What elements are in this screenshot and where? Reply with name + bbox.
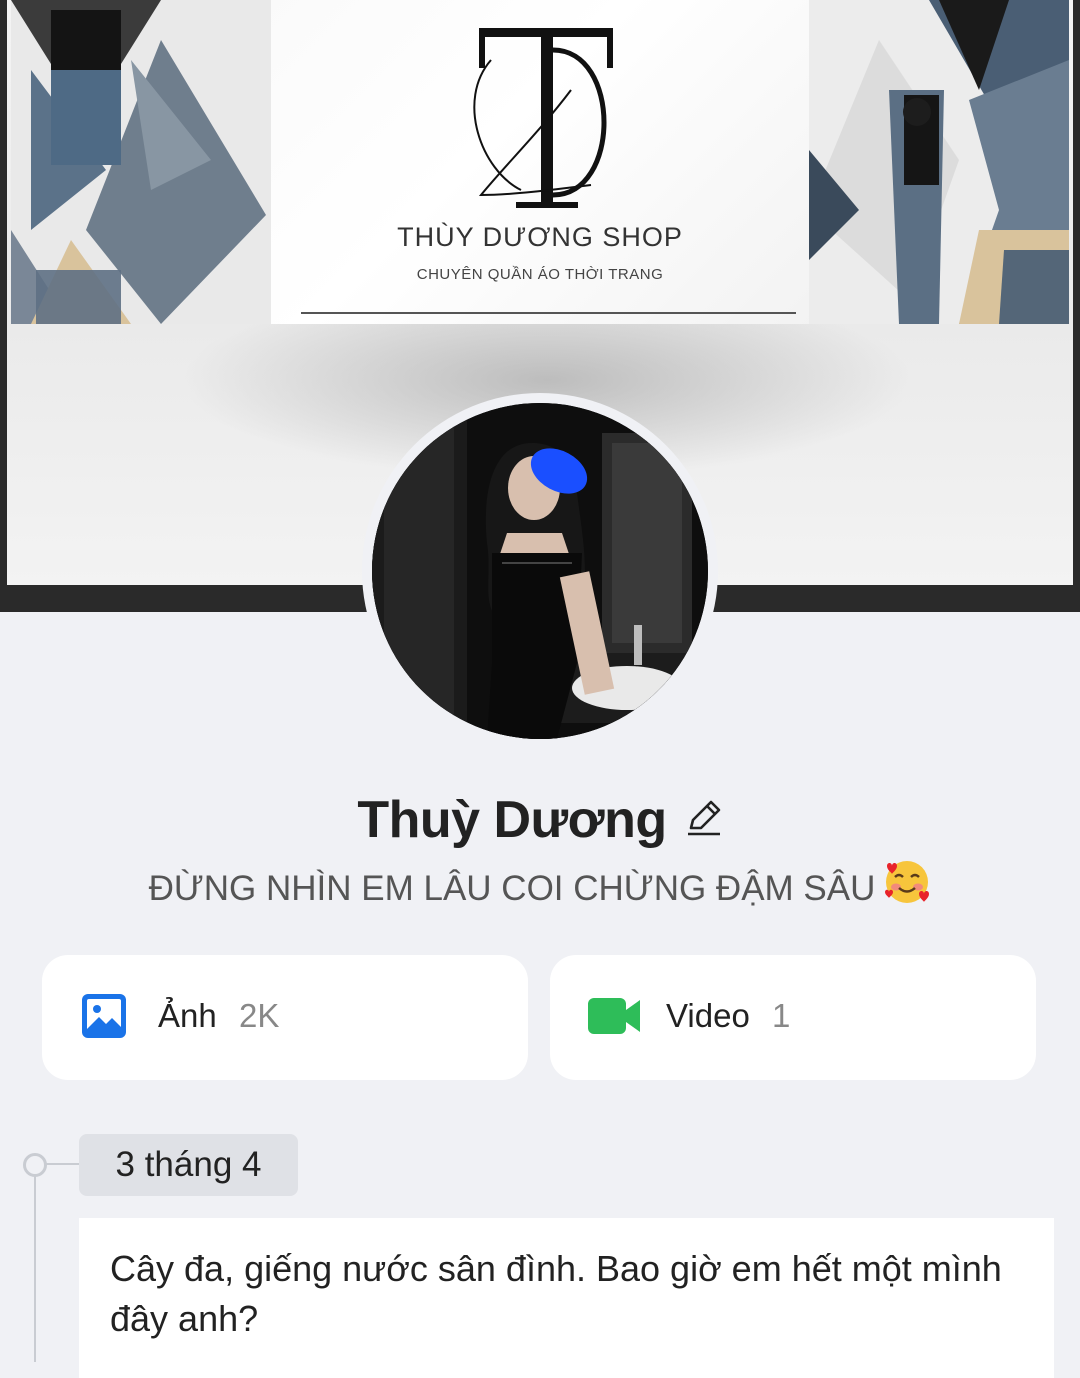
timeline-dot [23, 1153, 47, 1177]
avatar[interactable] [372, 403, 708, 739]
timeline-line [34, 1176, 36, 1362]
videos-label: Video [666, 997, 750, 1034]
smiling-face-with-hearts-icon [883, 858, 931, 915]
shop-tagline: CHUYÊN QUẦN ÁO THỜI TRANG [416, 266, 664, 283]
video-camera-icon [588, 992, 642, 1045]
videos-count: 1 [772, 997, 791, 1034]
profile-status-row: ĐỪNG NHÌN EM LÂU COI CHỪNG ĐẬM SÂU [0, 861, 1080, 919]
shop-logo [473, 28, 613, 208]
post-card[interactable]: Cây đa, giếng nước sân đình. Bao giờ em … [79, 1218, 1054, 1378]
pencil-icon[interactable] [685, 789, 723, 849]
photos-card[interactable]: Ảnh 2K [42, 955, 528, 1080]
divider [301, 312, 796, 314]
avatar-image [372, 403, 708, 739]
post-text: Cây đa, giếng nước sân đình. Bao giờ em … [110, 1248, 1002, 1339]
timeline-connector [45, 1163, 79, 1165]
shop-banner: THÙY DƯƠNG SHOP CHUYÊN QUẦN ÁO THỜI TRAN… [11, 0, 1069, 324]
profile-name-row: Thuỳ Dương [0, 790, 1080, 853]
profile-status: ĐỪNG NHÌN EM LÂU COI CHỪNG ĐẬM SÂU [148, 868, 876, 908]
profile-name: Thuỳ Dương [357, 791, 667, 849]
shop-name: THÙY DƯƠNG SHOP [397, 222, 683, 252]
videos-card[interactable]: Video 1 [550, 955, 1036, 1080]
image-icon [80, 992, 128, 1045]
photos-count: 2K [239, 997, 280, 1034]
photos-label: Ảnh [158, 997, 217, 1034]
timeline-date: 3 tháng 4 [79, 1134, 298, 1196]
